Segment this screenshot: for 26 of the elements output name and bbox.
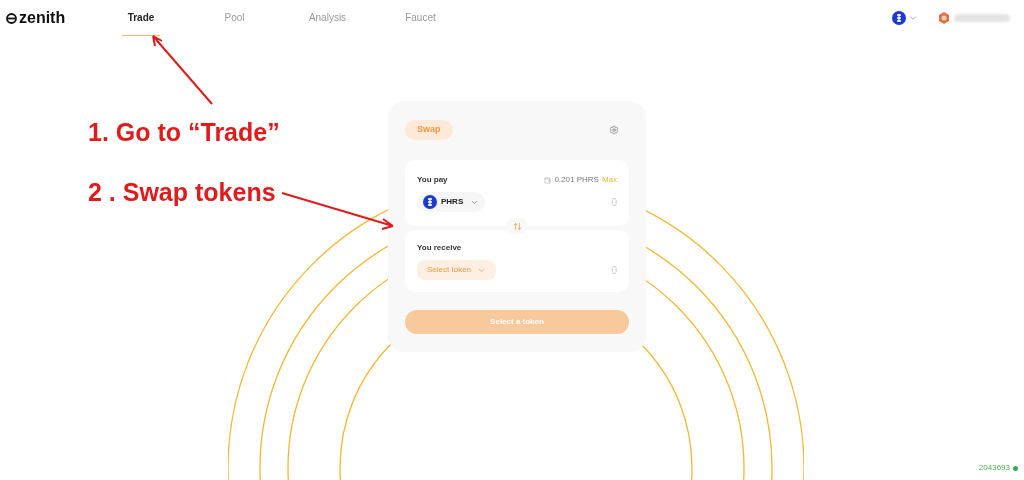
nav-tab[interactable]: Analysis [281,0,374,36]
avatar-icon [938,12,950,24]
coin-icon [423,195,437,209]
token-selector[interactable]: PHRS [417,192,486,212]
caret-icon [908,13,918,23]
receive-label: You receive [417,242,463,254]
block-number: 2043693 [978,462,1010,474]
network-selector[interactable] [892,11,918,25]
nav-tab[interactable]: Faucet [374,0,467,36]
swap-tab[interactable]: Swap [405,120,453,140]
balance: 0.201 PHRS [554,174,599,186]
select-token-button[interactable]: Select token [417,260,497,280]
max-button[interactable]: Max [601,174,617,186]
swap-arrows-icon [512,221,522,231]
settings-icon[interactable] [609,125,619,135]
pay-label: You pay [417,174,448,186]
blurred-address [954,14,1010,22]
nav-tab[interactable]: Pool [188,0,281,36]
coin-icon [892,11,906,25]
annotation-text: 1. Go to “Trade” [88,117,280,148]
wallet-icon [544,176,552,184]
switch-button[interactable] [507,218,527,234]
logo-icon [6,12,17,24]
nav-tab[interactable]: Trade [122,0,160,36]
logo[interactable]: zenith [6,6,122,30]
annotation-text: 2 . Swap tokens [88,177,276,208]
